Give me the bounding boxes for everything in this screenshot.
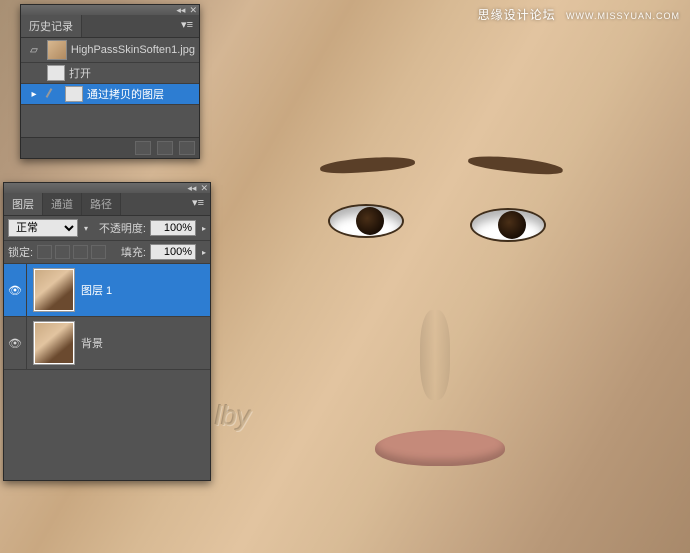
fill-input[interactable] <box>150 244 196 260</box>
layer-list: 👁 图层 1 👁 背景 <box>4 264 210 370</box>
watermark: 思缘设计论坛 WWW.MISSYUAN.COM <box>478 6 680 23</box>
lock-fill-row: 锁定: 填充: ▸ <box>4 241 210 264</box>
create-document-icon[interactable] <box>135 141 151 155</box>
history-panel-titlebar[interactable]: ◂◂ ✕ <box>21 5 199 15</box>
layer-row[interactable]: 👁 图层 1 <box>4 264 210 317</box>
artist-watermark: lby <box>215 400 251 432</box>
watermark-url: WWW.MISSYUAN.COM <box>566 11 680 21</box>
new-snapshot-icon[interactable] <box>157 141 173 155</box>
opacity-slider-icon[interactable]: ▸ <box>202 224 206 233</box>
snapshot-filename: HighPassSkinSoften1.jpg <box>71 44 195 56</box>
history-item-label: 通过拷贝的图层 <box>87 86 164 102</box>
opacity-label: 不透明度: <box>99 220 146 236</box>
layer-via-copy-icon <box>65 86 83 102</box>
blend-opacity-row: 正常 ▾ 不透明度: ▸ <box>4 216 210 241</box>
lock-transparency-icon[interactable] <box>37 245 52 259</box>
close-icon[interactable]: ✕ <box>189 5 197 16</box>
layer-name[interactable]: 背景 <box>81 335 210 351</box>
layer-row[interactable]: 👁 背景 <box>4 317 210 370</box>
layer-thumbnail[interactable] <box>33 321 75 365</box>
blend-dropdown-icon[interactable]: ▾ <box>84 224 88 233</box>
layers-panel: ◂◂ ✕ 图层 通道 路径 ▾≡ 正常 ▾ 不透明度: ▸ 锁定: 填充: ▸ … <box>3 182 211 481</box>
history-snapshot[interactable]: ▱ HighPassSkinSoften1.jpg <box>21 38 199 63</box>
tab-layers[interactable]: 图层 <box>4 193 43 215</box>
collapse-icon[interactable]: ◂◂ <box>187 183 196 194</box>
history-item-open[interactable]: 打开 <box>21 63 199 84</box>
history-item-label: 打开 <box>69 65 91 81</box>
photo-portrait <box>250 110 630 550</box>
lock-position-icon[interactable] <box>73 245 88 259</box>
lock-pixels-icon[interactable] <box>55 245 70 259</box>
visibility-toggle[interactable]: 👁 <box>4 264 27 316</box>
layer-thumbnail[interactable] <box>33 268 75 312</box>
history-tabs: 历史记录 ▾≡ <box>21 15 199 38</box>
tab-channels[interactable]: 通道 <box>43 193 82 215</box>
delete-icon[interactable] <box>179 141 195 155</box>
watermark-main: 思缘设计论坛 <box>478 8 556 22</box>
tab-history[interactable]: 历史记录 <box>21 15 82 37</box>
opacity-input[interactable] <box>150 220 196 236</box>
layer-name[interactable]: 图层 1 <box>81 282 210 298</box>
fill-label: 填充: <box>121 244 146 260</box>
lock-all-icon[interactable] <box>91 245 106 259</box>
snapshot-thumb <box>47 40 67 60</box>
history-panel: ◂◂ ✕ 历史记录 ▾≡ ▱ HighPassSkinSoften1.jpg 打… <box>20 4 200 159</box>
open-file-icon <box>47 65 65 81</box>
snapshot-indicator: ▱ <box>25 45 43 56</box>
history-footer <box>21 137 199 158</box>
visibility-toggle[interactable]: 👁 <box>4 317 27 369</box>
collapse-icon[interactable]: ◂◂ <box>176 5 185 16</box>
lock-icons <box>37 245 106 259</box>
layers-panel-titlebar[interactable]: ◂◂ ✕ <box>4 183 210 193</box>
lock-label: 锁定: <box>8 244 33 260</box>
history-brush-icon <box>45 87 59 101</box>
blend-mode-select[interactable]: 正常 <box>8 219 78 237</box>
panel-menu-icon[interactable]: ▾≡ <box>175 15 199 37</box>
layers-tabs: 图层 通道 路径 ▾≡ <box>4 193 210 216</box>
close-icon[interactable]: ✕ <box>200 183 208 194</box>
history-item-copy-layer[interactable]: ▸ 通过拷贝的图层 <box>21 84 199 105</box>
panel-menu-icon[interactable]: ▾≡ <box>186 193 210 215</box>
tab-paths[interactable]: 路径 <box>82 193 121 215</box>
fill-slider-icon[interactable]: ▸ <box>202 248 206 257</box>
